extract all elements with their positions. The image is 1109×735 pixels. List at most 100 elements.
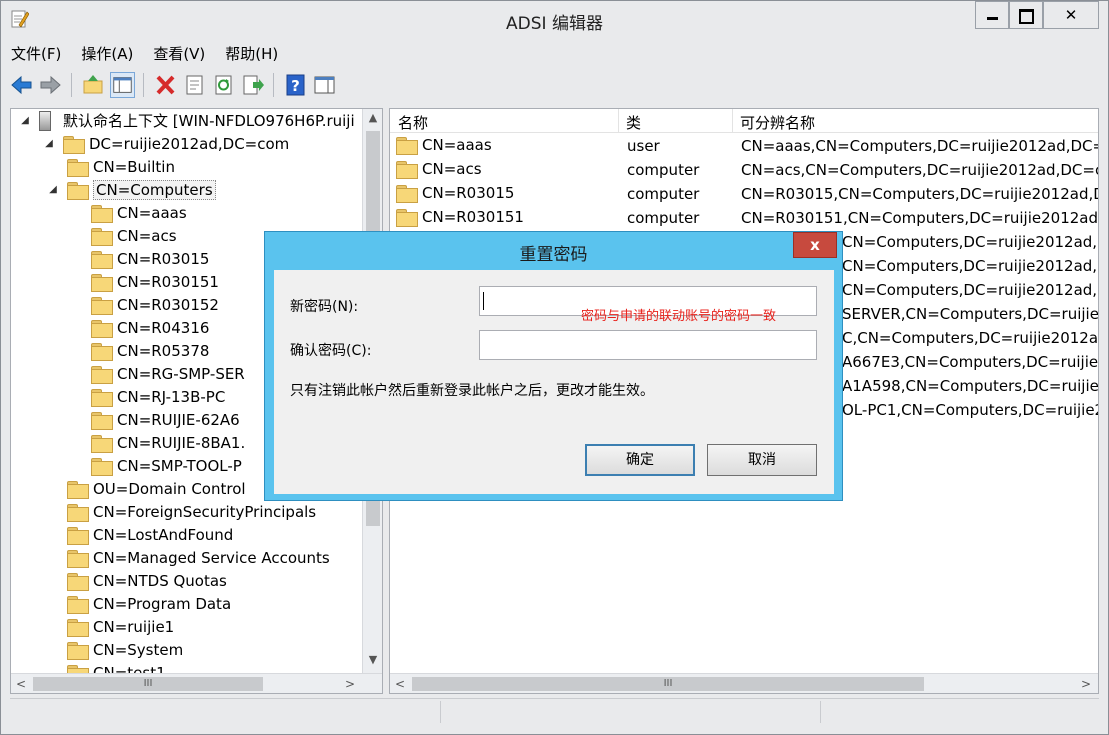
tree-root[interactable]: ◢ 默认命名上下文 [WIN-NFDLO976H6P.ruiji: [19, 109, 355, 132]
column-header-name[interactable]: 名称: [398, 112, 428, 133]
scroll-thumb[interactable]: III: [33, 677, 263, 691]
list-item-dn: CN=aaas,CN=Computers,DC=ruijie2012ad,DC=…: [741, 137, 1099, 155]
tree-node[interactable]: CN=LostAndFound: [67, 523, 233, 546]
tree-node-label: CN=R05378: [117, 341, 210, 360]
tree-node[interactable]: CN=aaas: [91, 201, 187, 224]
tree-node-label: CN=Builtin: [93, 157, 175, 176]
tree-node[interactable]: CN=Program Data: [67, 592, 231, 615]
tree-domain-node[interactable]: ◢ DC=ruijie2012ad,DC=com: [43, 132, 289, 155]
tree-node[interactable]: CN=RG-SMP-SER: [91, 362, 245, 385]
column-divider[interactable]: [618, 109, 619, 133]
scroll-left-arrow[interactable]: <: [390, 674, 410, 693]
maximize-button[interactable]: [1009, 1, 1043, 29]
list-item-dn: CN=acs,CN=Computers,DC=ruijie2012ad,DC=c…: [741, 161, 1099, 179]
maximize-icon: [1010, 6, 1042, 24]
menu-file[interactable]: 文件(F): [11, 43, 61, 65]
tree-node[interactable]: CN=acs: [91, 224, 177, 247]
scroll-right-arrow[interactable]: >: [1076, 674, 1096, 693]
dialog-close-button[interactable]: x: [793, 232, 837, 258]
confirm-password-label: 确认密码(C):: [290, 343, 372, 359]
collapse-arrow-icon[interactable]: ◢: [43, 138, 55, 149]
folder-icon: [396, 161, 418, 179]
tree-node[interactable]: ◢ CN=Computers: [49, 178, 216, 201]
list-item-dn: CN=R030151,CN=Computers,DC=ruijie2012ad,…: [741, 209, 1099, 227]
scroll-left-arrow[interactable]: <: [11, 674, 31, 693]
list-item-dn: CN=Computers,DC=ruijie2012ad,DC: [842, 233, 1099, 251]
tree-node[interactable]: CN=SMP-TOOL-P: [91, 454, 242, 477]
tree-node[interactable]: CN=RJ-13B-PC: [91, 385, 225, 408]
tree-node[interactable]: CN=RUIJIE-8BA1.: [91, 431, 245, 454]
tree-node-label: CN=RG-SMP-SER: [117, 364, 245, 383]
tree-horizontal-scrollbar[interactable]: < III >: [11, 673, 382, 693]
status-bar: [10, 698, 1099, 724]
delete-icon[interactable]: [153, 72, 178, 98]
tree-node[interactable]: CN=RUIJIE-62A6: [91, 408, 240, 431]
title-bar[interactable]: ADSI 编辑器 ✕: [1, 1, 1108, 39]
tree-root-label: 默认命名上下文 [WIN-NFDLO976H6P.ruiji: [63, 112, 355, 130]
new-password-label: 新密码(N):: [290, 299, 359, 315]
tree-node-label: CN=RUIJIE-8BA1.: [117, 433, 246, 452]
column-divider[interactable]: [732, 109, 733, 133]
help-icon[interactable]: ?: [283, 72, 308, 98]
close-button[interactable]: ✕: [1043, 1, 1099, 29]
folder-icon: [91, 273, 113, 292]
tree-node-label: CN=RJ-13B-PC: [117, 387, 226, 406]
scroll-down-arrow[interactable]: ▼: [363, 653, 382, 673]
up-folder-icon[interactable]: [81, 72, 106, 98]
tree-node[interactable]: CN=Managed Service Accounts: [67, 546, 330, 569]
tree-node-label: CN=R030151: [117, 272, 219, 291]
tree-node[interactable]: CN=NTDS Quotas: [67, 569, 227, 592]
list-item[interactable]: CN=aaas user CN=aaas,CN=Computers,DC=ruiji…: [390, 134, 1098, 158]
tree-node[interactable]: CN=ruijie1: [67, 615, 174, 638]
forward-icon[interactable]: [38, 72, 63, 98]
show-hide-console-tree-icon[interactable]: [110, 72, 135, 98]
folder-icon: [91, 227, 113, 246]
folder-icon: [91, 296, 113, 315]
tree-node[interactable]: CN=System: [67, 638, 183, 661]
tree-node[interactable]: CN=R05378: [91, 339, 209, 362]
export-list-icon[interactable]: [240, 72, 265, 98]
scroll-right-arrow[interactable]: >: [340, 674, 360, 693]
list-item[interactable]: CN=R03015 computer CN=R03015,CN=Computers,…: [390, 182, 1098, 206]
list-horizontal-scrollbar[interactable]: < III >: [390, 673, 1098, 693]
reset-password-dialog: 重置密码 x 新密码(N): 密码与申请的联动账号的密码一致 确认密码(C): …: [264, 231, 843, 501]
list-item[interactable]: CN=R030151 computer CN=R030151,CN=Computer…: [390, 206, 1098, 230]
column-header-dn[interactable]: 可分辨名称: [740, 112, 815, 133]
refresh-icon[interactable]: [211, 72, 236, 98]
tree-node[interactable]: CN=R030152: [91, 293, 219, 316]
folder-icon: [67, 618, 89, 637]
toolbar-separator: [71, 73, 77, 97]
tree-node-label: CN=R03015: [117, 249, 210, 268]
menu-help[interactable]: 帮助(H): [225, 43, 278, 65]
tree-node[interactable]: CN=R04316: [91, 316, 209, 339]
scroll-thumb[interactable]: III: [412, 677, 924, 691]
tree-node[interactable]: CN=Builtin: [67, 155, 175, 178]
show-action-pane-icon[interactable]: [312, 72, 337, 98]
cancel-button[interactable]: 取消: [707, 444, 817, 476]
menu-view[interactable]: 查看(V): [153, 43, 205, 65]
list-cell-name: CN=R030151: [396, 208, 524, 227]
tree-node[interactable]: CN=ForeignSecurityPrincipals: [67, 500, 316, 523]
ok-button[interactable]: 确定: [585, 444, 695, 476]
tree-node[interactable]: OU=Domain Control: [67, 477, 246, 500]
tree-node[interactable]: CN=R030151: [91, 270, 219, 293]
collapse-arrow-icon[interactable]: ◢: [19, 115, 31, 126]
properties-icon[interactable]: [182, 72, 207, 98]
tree-node-label: CN=System: [93, 640, 184, 659]
tree-node-label: CN=R04316: [117, 318, 210, 337]
minimize-button[interactable]: [975, 1, 1009, 29]
dialog-body: 新密码(N): 密码与申请的联动账号的密码一致 确认密码(C): 只有注销此帐户…: [274, 270, 834, 494]
back-icon[interactable]: [9, 72, 34, 98]
collapse-arrow-icon[interactable]: ◢: [47, 184, 59, 195]
scroll-up-arrow[interactable]: ▲: [363, 111, 382, 131]
list-item-class: computer: [627, 209, 700, 227]
folder-icon: [63, 135, 85, 154]
confirm-password-field[interactable]: [479, 330, 817, 360]
folder-icon: [67, 549, 89, 568]
column-header-class[interactable]: 类: [626, 112, 641, 133]
menu-action[interactable]: 操作(A): [81, 43, 133, 65]
list-item[interactable]: CN=acs computer CN=acs,CN=Computers,DC=rui…: [390, 158, 1098, 182]
tree-node[interactable]: CN=R03015: [91, 247, 209, 270]
list-header: 名称 类 可分辨名称: [390, 109, 1098, 133]
dialog-title: 重置密码: [519, 245, 588, 265]
